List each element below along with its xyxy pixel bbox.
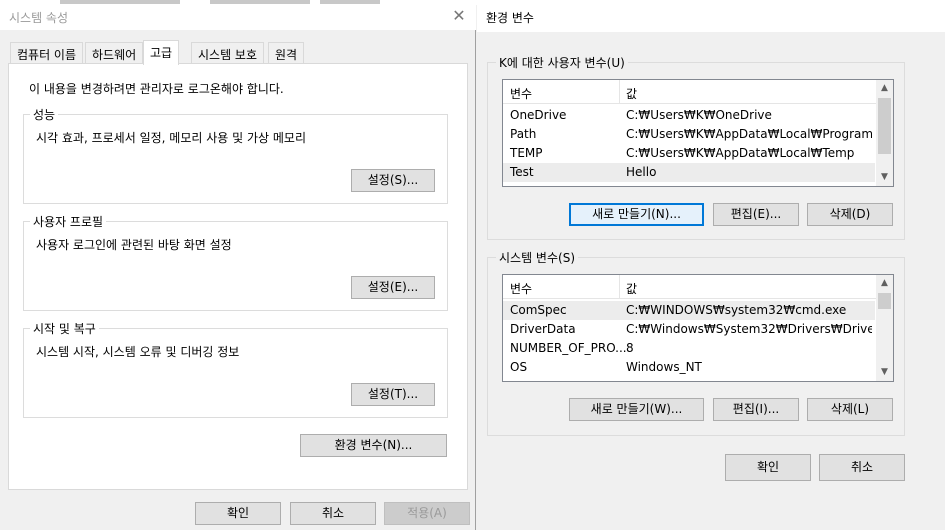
system-delete-button[interactable]: 삭제(L)	[807, 398, 893, 421]
table-row[interactable]: NUMBER_OF_PRO... 8	[503, 339, 875, 358]
table-row[interactable]: DriverData C:₩Windows₩System32₩Drivers₩D…	[503, 320, 875, 339]
column-divider	[619, 80, 620, 104]
tab-computer-name[interactable]: 컴퓨터 이름	[10, 42, 84, 63]
env-ok-button[interactable]: 확인	[725, 454, 811, 481]
environment-variables-window: 환경 변수 K에 대한 사용자 변수(U) 변수 값 OneDrive C:₩U…	[477, 0, 945, 530]
variable-name: Path	[510, 127, 537, 141]
startup-recovery-description: 시스템 시작, 시스템 오류 및 디버깅 정보	[36, 345, 240, 359]
tab-hardware[interactable]: 하드웨어	[85, 42, 144, 63]
scroll-down-icon[interactable]: ▼	[876, 169, 893, 186]
table-row[interactable]: OS Windows_NT	[503, 358, 875, 377]
environment-variables-button[interactable]: 환경 변수(N)...	[300, 434, 447, 457]
performance-settings-button[interactable]: 설정(S)...	[351, 169, 435, 192]
startup-recovery-title: 시작 및 복구	[30, 320, 99, 337]
system-list-scrollbar[interactable]: ▲ ▼	[876, 275, 893, 381]
user-new-button[interactable]: 새로 만들기(N)...	[569, 203, 704, 226]
scroll-down-icon[interactable]: ▼	[876, 364, 893, 381]
user-list-scrollbar[interactable]: ▲ ▼	[876, 80, 893, 186]
scroll-up-icon[interactable]: ▲	[876, 80, 893, 97]
variable-name: DriverData	[510, 322, 576, 336]
apply-button[interactable]: 적용(A)	[384, 502, 470, 525]
startup-recovery-settings-button[interactable]: 설정(T)...	[351, 383, 435, 406]
system-variables-group: 시스템 변수(S) 변수 값 ComSpec C:₩WINDOWS₩system…	[487, 249, 905, 436]
scroll-thumb[interactable]	[878, 293, 891, 309]
column-header-value[interactable]: 값	[626, 280, 637, 297]
user-variables-title: K에 대한 사용자 변수(U)	[496, 54, 628, 71]
variable-value: C:₩Windows₩System32₩Drivers₩DriverData	[626, 322, 872, 336]
column-header-variable[interactable]: 변수	[510, 280, 532, 297]
variable-value: C:₩Users₩K₩AppData₩Local₩Temp	[626, 146, 855, 160]
user-delete-button[interactable]: 삭제(D)	[807, 203, 893, 226]
user-profiles-title: 사용자 프로필	[30, 213, 107, 230]
variable-name: ComSpec	[510, 303, 567, 317]
variable-value: C:₩WINDOWS₩system32₩cmd.exe	[626, 303, 847, 317]
tab-system-protection[interactable]: 시스템 보호	[191, 42, 265, 63]
close-icon[interactable]: ✕	[450, 7, 468, 25]
startup-recovery-group: 시작 및 복구 시스템 시작, 시스템 오류 및 디버깅 정보 설정(T)...	[23, 320, 448, 418]
variable-name: NUMBER_OF_PRO...	[510, 341, 627, 355]
scroll-up-icon[interactable]: ▲	[876, 275, 893, 292]
user-variables-list[interactable]: 변수 값 OneDrive C:₩Users₩K₩OneDrive Path C…	[502, 79, 894, 187]
ok-button[interactable]: 확인	[195, 502, 281, 525]
variable-name: OS	[510, 360, 528, 374]
column-divider	[619, 275, 620, 299]
user-variables-group: K에 대한 사용자 변수(U) 변수 값 OneDrive C:₩Users₩K…	[487, 54, 905, 240]
table-row-selected[interactable]: Test Hello	[503, 163, 875, 182]
variable-value: C:₩Users₩K₩OneDrive	[626, 108, 772, 122]
user-profiles-group: 사용자 프로필 사용자 로그인에 관련된 바탕 화면 설정 설정(E)...	[23, 213, 448, 311]
system-variables-list[interactable]: 변수 값 ComSpec C:₩WINDOWS₩system32₩cmd.exe…	[502, 274, 894, 382]
scroll-thumb[interactable]	[878, 98, 891, 154]
system-variables-title: 시스템 변수(S)	[496, 249, 578, 266]
variable-name: Test	[510, 165, 534, 179]
user-edit-button[interactable]: 편집(E)...	[713, 203, 799, 226]
variable-value: C:₩Users₩K₩AppData₩Local₩Programs₩P...	[626, 127, 872, 141]
tab-remote[interactable]: 원격	[268, 42, 305, 63]
variable-name: OneDrive	[510, 108, 567, 122]
user-profiles-settings-button[interactable]: 설정(E)...	[351, 276, 435, 299]
variable-value: Hello	[626, 165, 657, 179]
cancel-button[interactable]: 취소	[290, 502, 376, 525]
list-header: 변수 값	[503, 80, 893, 104]
admin-note: 이 내용을 변경하려면 관리자로 로그온해야 합니다.	[29, 82, 284, 96]
variable-name: TEMP	[510, 146, 543, 160]
system-properties-window: 시스템 속성 ✕ 컴퓨터 이름 하드웨어 고급 시스템 보호 원격 이 내용을 …	[0, 5, 476, 530]
table-row[interactable]: OneDrive C:₩Users₩K₩OneDrive	[503, 106, 875, 125]
performance-title: 성능	[30, 106, 59, 123]
env-title-bar: 환경 변수	[477, 0, 945, 32]
table-row[interactable]: TEMP C:₩Users₩K₩AppData₩Local₩Temp	[503, 144, 875, 163]
tab-advanced[interactable]: 고급	[143, 40, 180, 65]
table-row-selected[interactable]: ComSpec C:₩WINDOWS₩system32₩cmd.exe	[503, 301, 875, 320]
env-cancel-button[interactable]: 취소	[819, 454, 905, 481]
user-profiles-description: 사용자 로그인에 관련된 바탕 화면 설정	[36, 238, 232, 252]
table-row[interactable]: Path C:₩Users₩K₩AppData₩Local₩Programs₩P…	[503, 125, 875, 144]
list-header: 변수 값	[503, 275, 893, 299]
column-header-value[interactable]: 값	[626, 85, 637, 102]
variable-value: 8	[626, 341, 634, 355]
window-title: 시스템 속성	[9, 11, 69, 25]
performance-group: 성능 시각 효과, 프로세서 일정, 메모리 사용 및 가상 메모리 설정(S)…	[23, 106, 448, 204]
env-window-title: 환경 변수	[486, 11, 534, 25]
system-edit-button[interactable]: 편집(I)...	[713, 398, 799, 421]
performance-description: 시각 효과, 프로세서 일정, 메모리 사용 및 가상 메모리	[36, 131, 306, 145]
title-bar: 시스템 속성 ✕	[0, 5, 476, 30]
column-header-variable[interactable]: 변수	[510, 85, 532, 102]
system-new-button[interactable]: 새로 만들기(W)...	[569, 398, 704, 421]
advanced-tab-panel: 이 내용을 변경하려면 관리자로 로그온해야 합니다. 성능 시각 효과, 프로…	[8, 63, 468, 490]
variable-value: Windows_NT	[626, 360, 702, 374]
